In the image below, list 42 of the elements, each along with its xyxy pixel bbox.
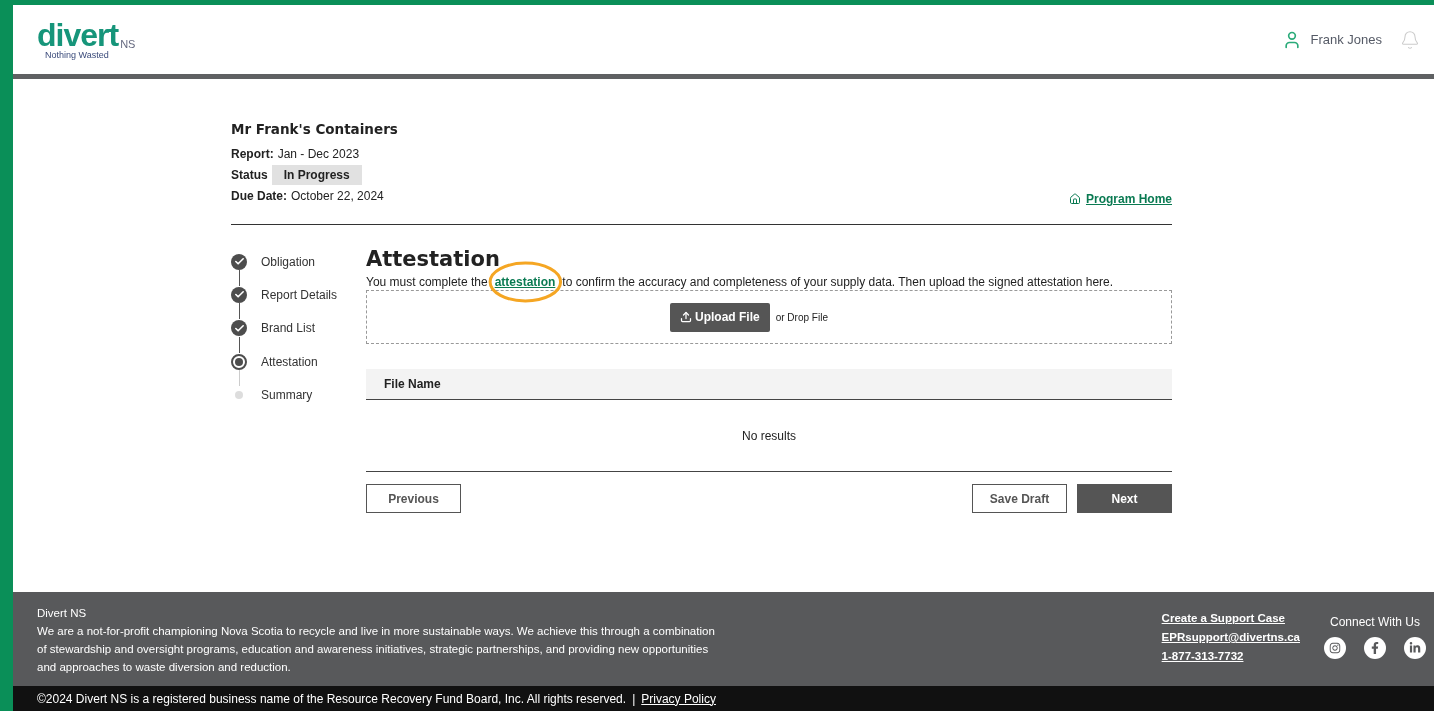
section-title: Attestation <box>366 247 501 271</box>
step-label[interactable]: Obligation <box>261 254 316 269</box>
linkedin-icon[interactable] <box>1404 637 1426 659</box>
facebook-icon[interactable] <box>1364 637 1386 659</box>
file-drop-zone[interactable]: Upload File or Drop File <box>366 290 1172 344</box>
status-badge: In Progress <box>271 164 362 185</box>
footer-title: Divert NS <box>37 606 88 621</box>
attestation-link[interactable]: attestation <box>494 275 556 289</box>
user-name[interactable]: Frank Jones <box>1310 32 1382 47</box>
drop-hint: or Drop File <box>775 311 828 323</box>
separator: | <box>632 691 636 706</box>
previous-button[interactable]: Previous <box>366 484 461 513</box>
upload-icon[interactable] <box>680 311 693 323</box>
privacy-policy-link[interactable]: Privacy Policy <box>641 691 716 706</box>
step-label[interactable]: Summary <box>261 387 313 402</box>
logo-tagline: Nothing Wasted <box>45 49 110 60</box>
footer-link[interactable]: Create a Support Case <box>1161 612 1300 624</box>
copyright-text: ©2024 Divert NS is a registered business name of the Resource Recovery Fund Board, Inc. All rights reserved. <box>37 691 627 706</box>
field-label: Due Date: <box>231 188 287 203</box>
instruction-text: You must complete the attestation to confirm the accuracy and completeness of your supply data. Then upload the signed attestation here. <box>366 275 1172 289</box>
save-draft-button[interactable]: Save Draft <box>972 484 1067 513</box>
step-label[interactable]: Brand List <box>261 321 316 336</box>
program-home-link[interactable]: Program Home <box>1068 192 1172 206</box>
step-label[interactable]: Report Details <box>261 287 338 302</box>
footer-link[interactable]: EPRsupport@divertns.ca <box>1161 631 1300 643</box>
footer-link[interactable]: 1-877-313-7732 <box>1161 650 1300 662</box>
instagram-icon[interactable] <box>1324 637 1346 659</box>
empty-message: No results <box>742 428 796 443</box>
home-icon[interactable] <box>1068 193 1081 205</box>
field-value: Jan - Dec 2023 <box>277 146 360 161</box>
column-header: File Name <box>384 377 441 391</box>
field-label: Report: <box>231 146 274 161</box>
logo-wordmark: divert <box>37 19 119 50</box>
field-label: Status <box>231 167 268 182</box>
logo-suffix: NS <box>120 37 136 50</box>
footer-about-text: We are a not-for-profit championing Nova Scotia to recycle and live in more sustainable ways. We achieve this through a combination of stewardship and oversight programs, education and awareness initiatives, strategic partnerships, and providing new opportunities and approaches to waste diversion and reduction. <box>37 624 716 675</box>
step-label[interactable]: Attestation <box>261 354 318 369</box>
upload-file-button[interactable]: Upload File <box>670 302 770 332</box>
field-value: October 22, 2024 <box>291 188 384 203</box>
company-name: Mr Frank's Containers <box>231 121 398 137</box>
next-button[interactable]: Next <box>1077 484 1172 513</box>
social-title: Connect With Us <box>1330 615 1420 629</box>
